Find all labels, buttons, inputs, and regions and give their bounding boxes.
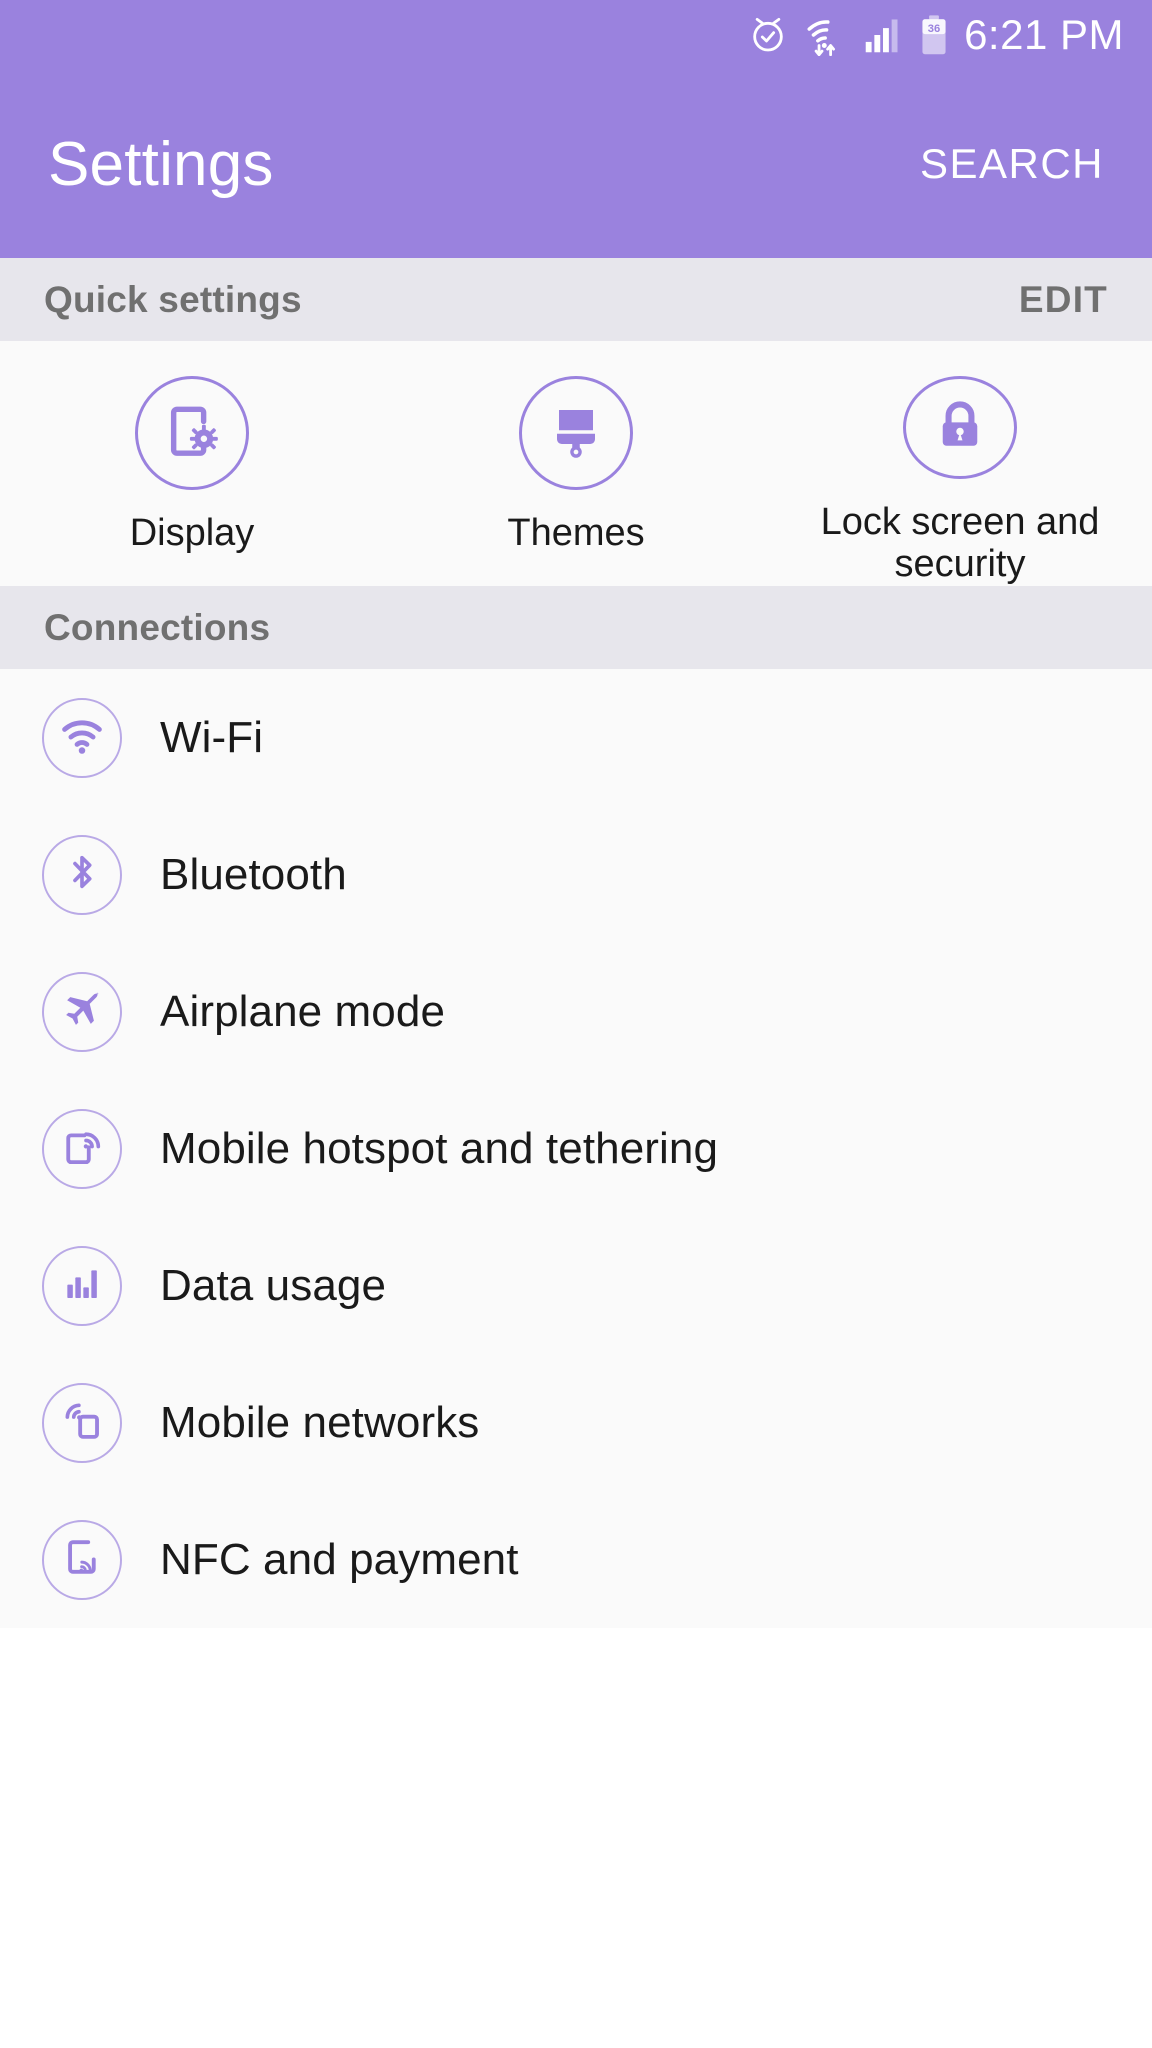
quick-settings-grid: Display Themes Lock screen and security — [0, 341, 1152, 586]
quick-setting-label: Themes — [507, 512, 645, 554]
bar-chart-icon — [62, 1263, 102, 1308]
list-item-label: NFC and payment — [160, 1534, 519, 1584]
list-item-wifi[interactable]: Wi-Fi — [0, 669, 1152, 806]
list-item-icon-wrapper — [42, 697, 122, 778]
paintbrush-icon — [546, 401, 606, 466]
lock-icon — [932, 397, 988, 458]
list-item-data-usage[interactable]: Data usage — [0, 1217, 1152, 1354]
quick-setting-themes[interactable]: Themes — [384, 376, 768, 586]
quick-setting-display[interactable]: Display — [0, 376, 384, 586]
list-item-mobile-hotspot-and-tethering[interactable]: Mobile hotspot and tethering — [0, 1080, 1152, 1217]
list-item-bluetooth[interactable]: Bluetooth — [0, 806, 1152, 943]
list-item-icon-wrapper — [42, 1519, 122, 1600]
quick-setting-lock-screen-and-security[interactable]: Lock screen and security — [768, 376, 1152, 586]
list-item-label: Data usage — [160, 1260, 387, 1310]
battery-level-text: 36 — [928, 23, 940, 35]
list-item-mobile-networks[interactable]: Mobile networks — [0, 1354, 1152, 1491]
list-item-icon-wrapper — [42, 1108, 122, 1189]
list-item-icon-wrapper — [42, 1245, 122, 1326]
status-bar-icons: 36 — [748, 14, 948, 57]
wifi-icon — [59, 712, 105, 763]
page-title: Settings — [48, 129, 274, 199]
mobile-networks-icon — [60, 1398, 104, 1447]
list-item-label: Bluetooth — [160, 849, 347, 899]
quick-setting-icon-wrapper — [135, 376, 249, 490]
quick-setting-icon-wrapper — [903, 376, 1017, 479]
list-item-icon-wrapper — [42, 971, 122, 1052]
list-item-icon-wrapper — [42, 834, 122, 915]
list-item-nfc-and-payment[interactable]: NFC and payment — [0, 1491, 1152, 1628]
battery-icon: 36 — [920, 14, 948, 56]
list-item-label: Airplane mode — [160, 986, 446, 1036]
quick-setting-label: Lock screen and security — [820, 500, 1100, 586]
connections-title: Connections — [44, 606, 271, 648]
nfc-icon — [60, 1535, 104, 1584]
alarm-icon — [748, 15, 788, 55]
connections-header: Connections — [0, 586, 1152, 669]
display-settings-icon — [161, 400, 223, 467]
quick-setting-label: Display — [129, 512, 255, 554]
list-item-label: Mobile hotspot and tethering — [160, 1123, 719, 1173]
app-bar: Settings SEARCH — [0, 70, 1152, 258]
list-item-icon-wrapper — [42, 1382, 122, 1463]
status-bar: 36 6:21 PM — [0, 0, 1152, 70]
cellular-signal-icon — [862, 16, 904, 54]
quick-settings-header: Quick settings EDIT — [0, 258, 1152, 341]
list-item-label: Wi-Fi — [160, 712, 264, 762]
quick-settings-title: Quick settings — [44, 278, 302, 320]
status-bar-clock: 6:21 PM — [964, 11, 1124, 58]
list-item-airplane-mode[interactable]: Airplane mode — [0, 943, 1152, 1080]
search-button[interactable]: SEARCH — [920, 140, 1104, 188]
edit-button[interactable]: EDIT — [1019, 279, 1108, 321]
list-item-label: Mobile networks — [160, 1397, 480, 1447]
connections-list: Wi-Fi Bluetooth Airplane mode Mobile hot… — [0, 669, 1152, 1628]
quick-setting-icon-wrapper — [519, 376, 633, 490]
hotspot-icon — [60, 1124, 104, 1173]
bluetooth-icon — [61, 851, 103, 898]
airplane-icon — [60, 987, 104, 1036]
wifi-icon — [804, 14, 846, 57]
